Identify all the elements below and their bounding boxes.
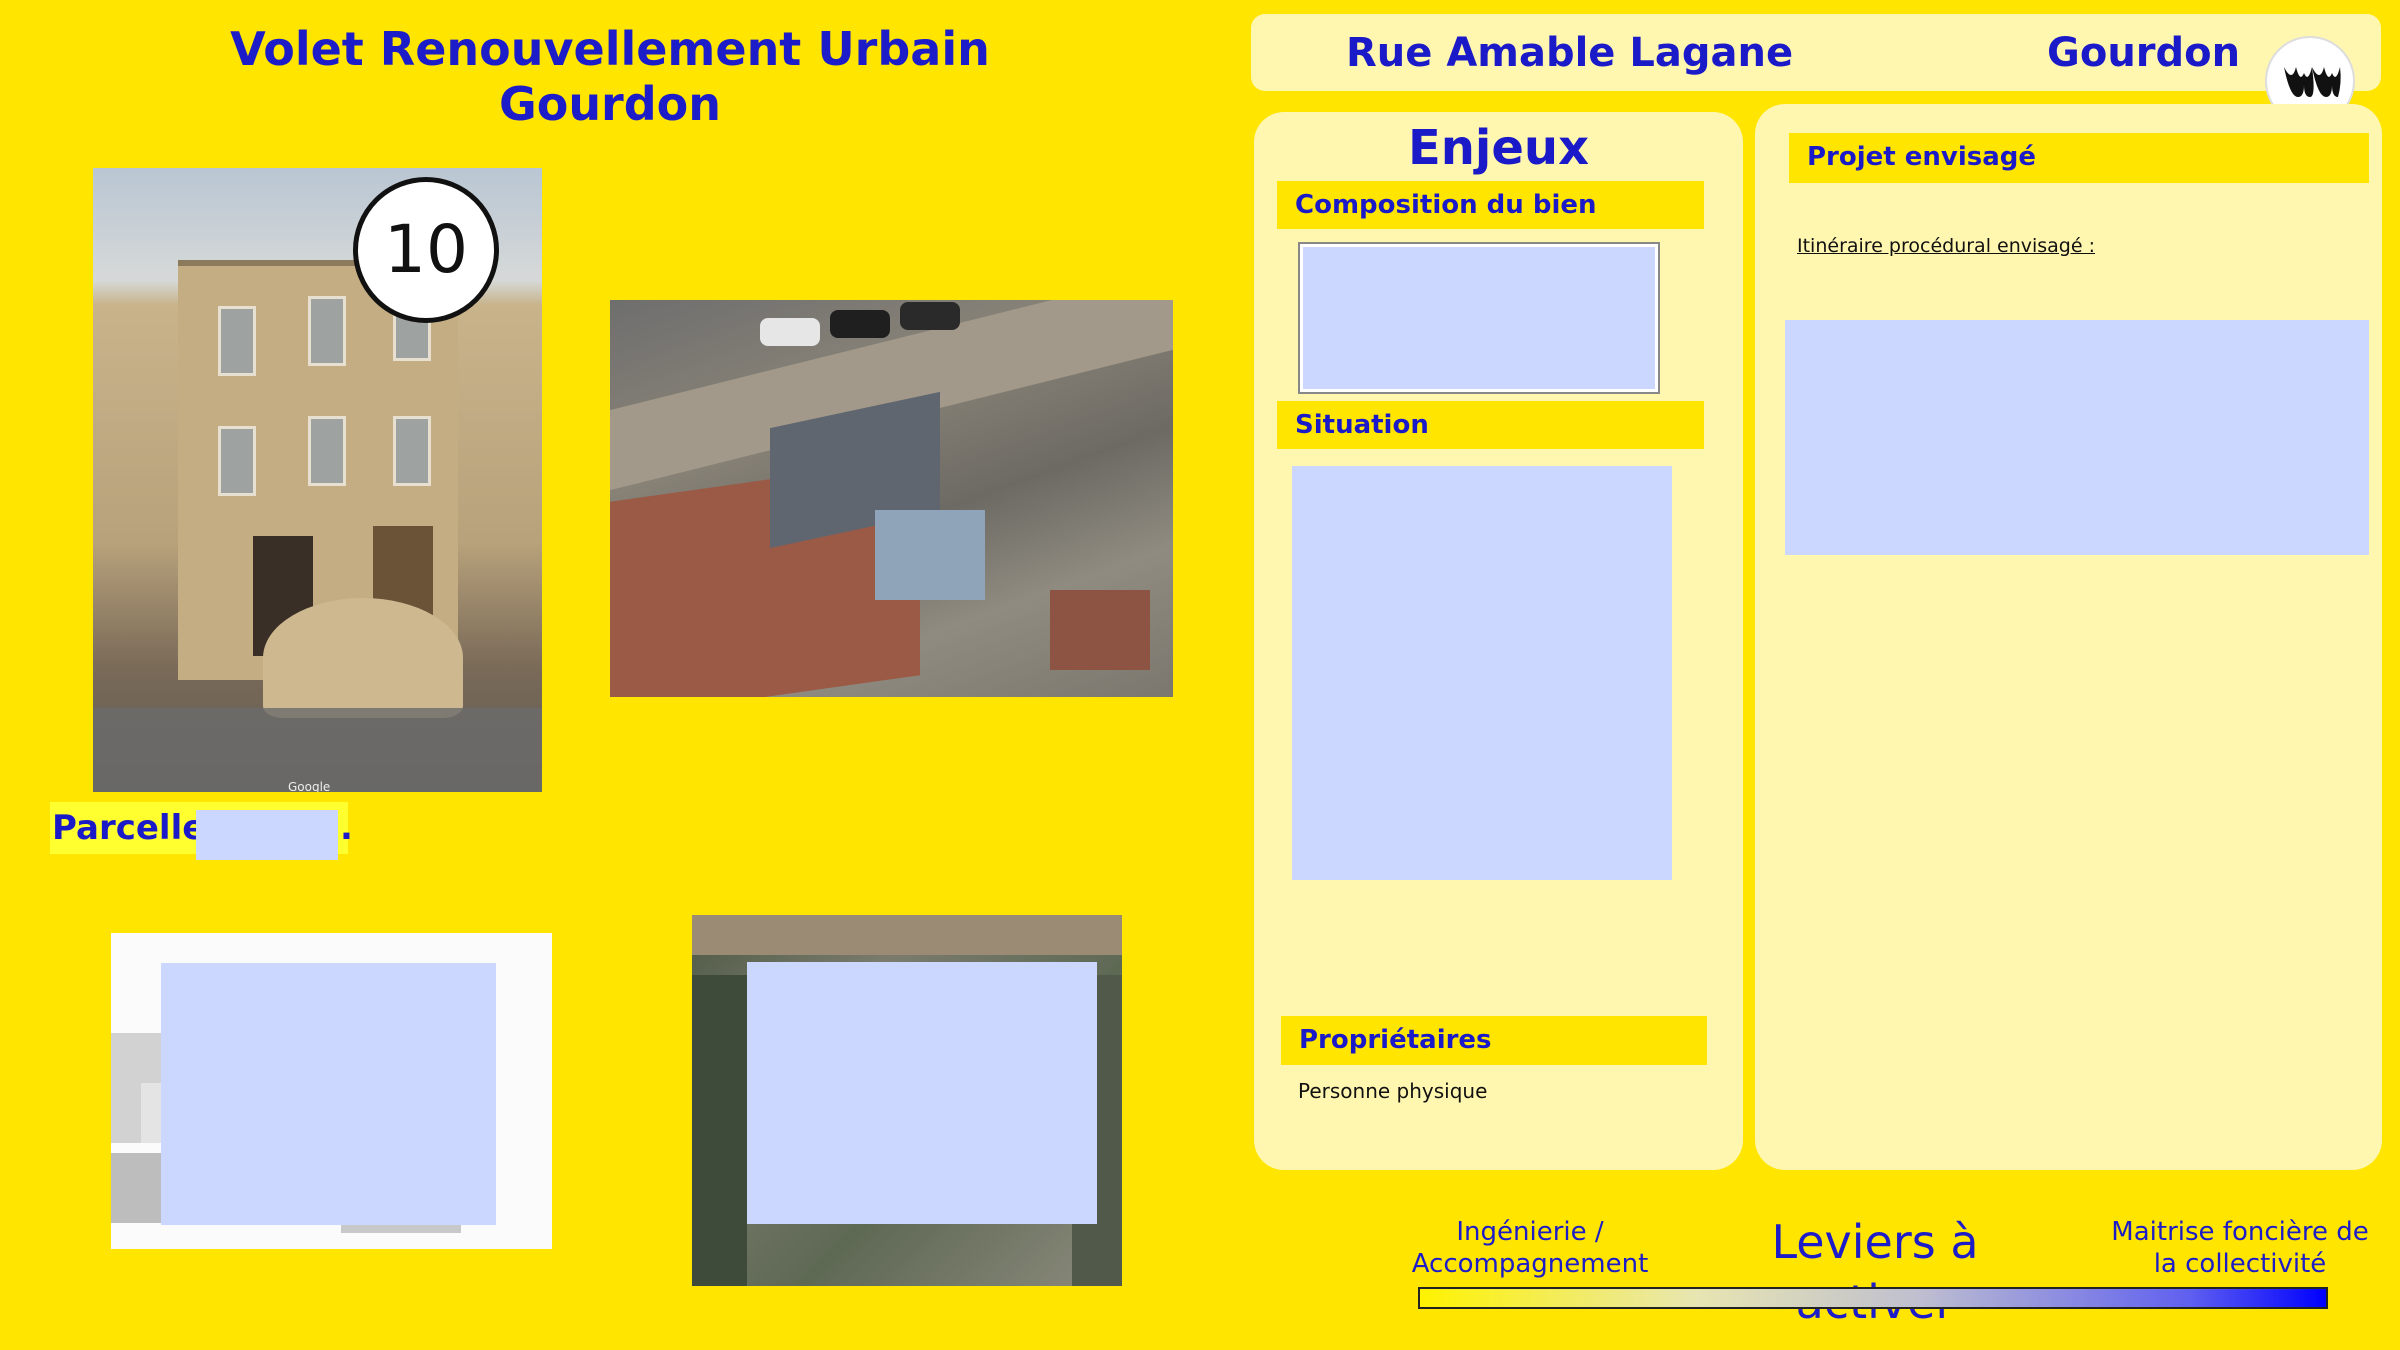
composition-header: Composition du bien <box>1277 181 1704 229</box>
property-number-badge: 10 <box>353 177 499 323</box>
projet-redacted <box>1785 320 2369 555</box>
proprietaires-header: Propriétaires <box>1281 1016 1707 1065</box>
page-title: Volet Renouvellement Urbain Gourdon <box>190 22 1030 132</box>
proprietaires-value: Personne physique <box>1298 1079 1488 1103</box>
satellite-redacted <box>747 962 1097 1224</box>
leviers-gradient-bar <box>1418 1287 2328 1309</box>
cadastral-map <box>111 933 552 1249</box>
situation-header: Situation <box>1277 401 1704 449</box>
projet-header: Projet envisagé <box>1789 133 2369 183</box>
title-line-1: Volet Renouvellement Urbain <box>230 22 990 76</box>
enjeux-title: Enjeux <box>1407 120 1590 176</box>
situation-redacted <box>1292 466 1672 880</box>
rubble-pile <box>263 598 463 718</box>
title-line-2: Gourdon <box>498 77 722 131</box>
city-name: Gourdon <box>2047 30 2241 76</box>
photo-watermark: Google <box>288 780 331 792</box>
projet-panel <box>1755 104 2382 1170</box>
leviers-title: Leviers à activer <box>1771 1215 1979 1329</box>
aerial-photo <box>610 300 1173 697</box>
satellite-map <box>692 915 1122 1286</box>
cadastral-redacted <box>161 963 496 1225</box>
composition-redacted <box>1303 247 1655 389</box>
levier-maitrise-label: Maitrise foncière de la collectivité <box>2111 1217 2369 1279</box>
itineraire-label: Itinéraire procédural envisagé : <box>1797 235 2095 257</box>
street-name: Rue Amable Lagane <box>1346 30 1794 76</box>
levier-ingenierie-label: Ingénierie / Accompagnement <box>1411 1217 1649 1279</box>
parcelle-redacted <box>196 810 338 860</box>
